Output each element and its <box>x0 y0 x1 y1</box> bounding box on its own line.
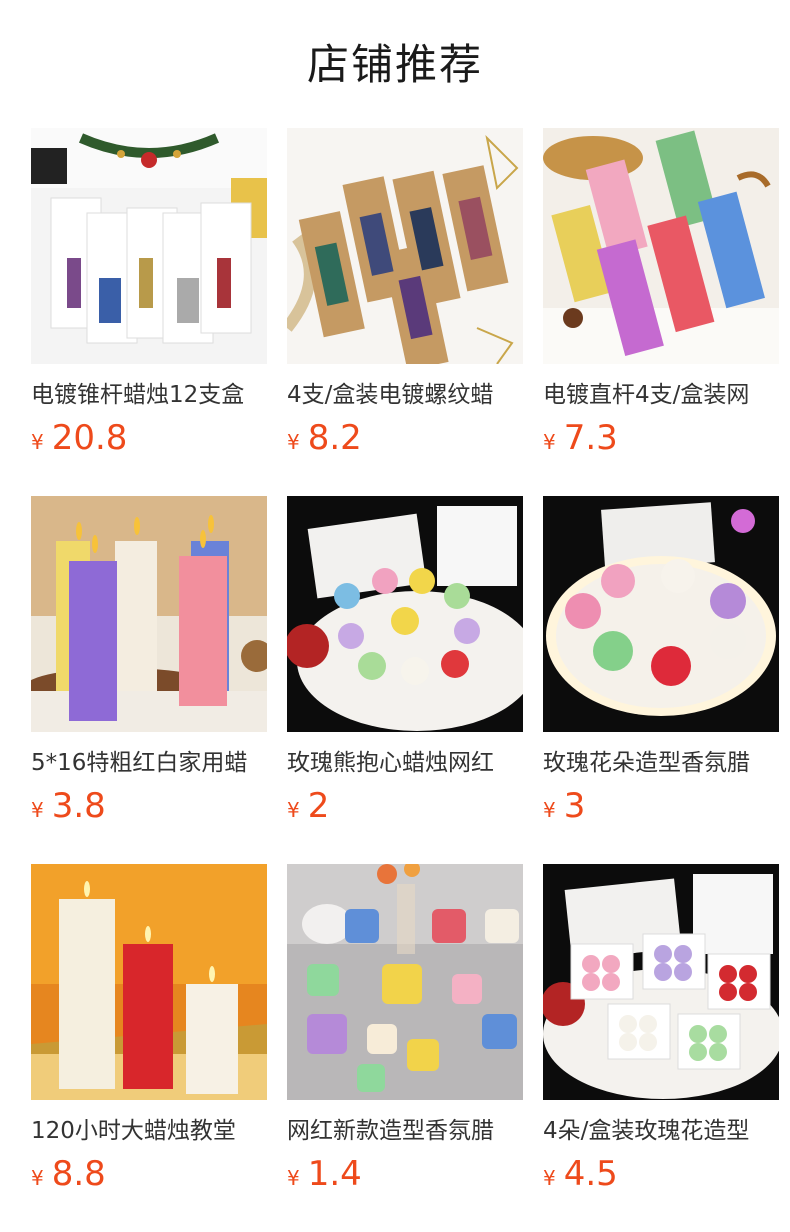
product-image[interactable] <box>31 496 267 732</box>
price-row: ¥ 4.5 <box>543 1152 779 1196</box>
product-price: 7.3 <box>563 418 618 458</box>
product-name[interactable]: 4朵/盒装玫瑰花造型 <box>543 1114 779 1148</box>
product-name[interactable]: 120小时大蜡烛教堂 <box>31 1114 267 1148</box>
currency-symbol: ¥ <box>287 1166 300 1190</box>
currency-symbol: ¥ <box>543 798 556 822</box>
product-price: 3 <box>563 786 586 826</box>
product-name[interactable]: 玫瑰花朵造型香氛腊 <box>543 746 779 780</box>
price-row: ¥ 3.8 <box>31 784 267 828</box>
taper-candle-gift-boxes-image <box>31 128 267 364</box>
boxed-rose-candles-image <box>543 864 779 1100</box>
product-image[interactable] <box>287 496 523 732</box>
product-card[interactable]: 5*16特粗红白家用蜡 ¥ 3.8 <box>31 496 267 864</box>
product-price: 20.8 <box>51 418 128 458</box>
product-card[interactable]: 玫瑰花朵造型香氛腊 ¥ 3 <box>543 496 779 864</box>
product-name[interactable]: 电镀直杆4支/盒装网 <box>543 378 779 412</box>
product-grid: 电镀锥杆蜡烛12支盒 ¥ 20.8 4支/盒装电镀螺纹蜡 ¥ 8.2 电镀直杆4… <box>31 128 779 1232</box>
product-card[interactable]: 电镀锥杆蜡烛12支盒 ¥ 20.8 <box>31 128 267 496</box>
product-card[interactable]: 玫瑰熊抱心蜡烛网红 ¥ 2 <box>287 496 523 864</box>
price-row: ¥ 2 <box>287 784 523 828</box>
product-name[interactable]: 5*16特粗红白家用蜡 <box>31 746 267 780</box>
currency-symbol: ¥ <box>543 1166 556 1190</box>
currency-symbol: ¥ <box>543 430 556 454</box>
product-price: 4.5 <box>563 1154 618 1194</box>
product-price: 2 <box>307 786 330 826</box>
currency-symbol: ¥ <box>31 430 44 454</box>
spiral-taper-candle-kraft-boxes-image <box>287 128 523 364</box>
product-name[interactable]: 玫瑰熊抱心蜡烛网红 <box>287 746 523 780</box>
product-image[interactable] <box>31 128 267 364</box>
product-card[interactable]: 120小时大蜡烛教堂 ¥ 8.8 <box>31 864 267 1232</box>
product-card[interactable]: 4支/盒装电镀螺纹蜡 ¥ 8.2 <box>287 128 523 496</box>
product-image[interactable] <box>287 128 523 364</box>
large-church-pillar-candles-image <box>31 864 267 1100</box>
product-image[interactable] <box>287 864 523 1100</box>
bear-candles-on-plate-image <box>287 496 523 732</box>
product-name[interactable]: 网红新款造型香氛腊 <box>287 1114 523 1148</box>
product-price: 8.8 <box>51 1154 106 1194</box>
product-price: 3.8 <box>51 786 106 826</box>
price-row: ¥ 8.2 <box>287 416 523 460</box>
currency-symbol: ¥ <box>287 430 300 454</box>
bubble-cube-candles-image <box>287 864 523 1100</box>
price-row: ¥ 3 <box>543 784 779 828</box>
page-title: 店铺推荐 <box>306 40 483 89</box>
product-card[interactable]: 网红新款造型香氛腊 ¥ 1.4 <box>287 864 523 1232</box>
currency-symbol: ¥ <box>287 798 300 822</box>
product-card[interactable]: 电镀直杆4支/盒装网 ¥ 7.3 <box>543 128 779 496</box>
price-row: ¥ 1.4 <box>287 1152 523 1196</box>
product-name[interactable]: 电镀锥杆蜡烛12支盒 <box>31 378 267 412</box>
product-price: 8.2 <box>307 418 362 458</box>
product-image[interactable] <box>543 496 779 732</box>
price-row: ¥ 7.3 <box>543 416 779 460</box>
product-name[interactable]: 4支/盒装电镀螺纹蜡 <box>287 378 523 412</box>
rose-candles-on-lit-tray-image <box>543 496 779 732</box>
product-price: 1.4 <box>307 1154 362 1194</box>
price-row: ¥ 8.8 <box>31 1152 267 1196</box>
product-image[interactable] <box>31 864 267 1100</box>
currency-symbol: ¥ <box>31 1166 44 1190</box>
pillar-candles-image <box>31 496 267 732</box>
price-row: ¥ 20.8 <box>31 416 267 460</box>
product-card[interactable]: 4朵/盒装玫瑰花造型 ¥ 4.5 <box>543 864 779 1232</box>
currency-symbol: ¥ <box>31 798 44 822</box>
product-image[interactable] <box>543 128 779 364</box>
product-image[interactable] <box>543 864 779 1100</box>
classic-straight-taper-packs-image <box>543 128 779 364</box>
